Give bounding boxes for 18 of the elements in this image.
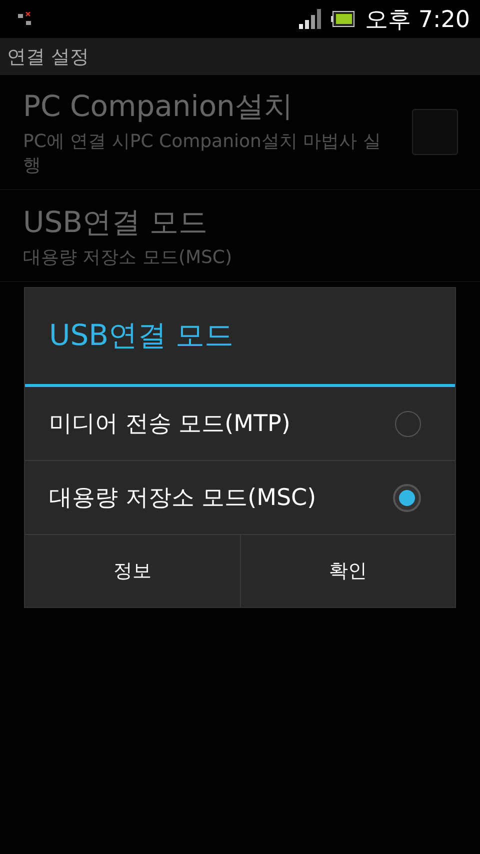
settings-item[interactable]: USB연결 모드 대용량 저장소 모드(MSC) (0, 190, 480, 282)
option-row[interactable]: 미디어 전송 모드(MTP) (25, 387, 455, 461)
setting-summary: PC에 연결 시PC Companion설치 마법사 실행 (23, 130, 382, 177)
settings-item[interactable]: PC Companion설치 PC에 연결 시PC Companion설치 마법사 실행 (0, 75, 480, 190)
option-label: 대용량 저장소 모드(MSC) (49, 484, 316, 513)
screen-title: 연결 설정 (7, 44, 90, 70)
dialog-title: USB연결 모드 (49, 317, 234, 354)
option-label: 미디어 전송 모드(MTP) (49, 410, 290, 439)
battery-icon (331, 11, 356, 27)
setting-title: USB연결 모드 (23, 204, 209, 240)
clock-text: 오후 7:20 (365, 6, 470, 34)
setting-summary: 대용량 저장소 모드(MSC) (23, 246, 234, 268)
radio-button[interactable] (393, 484, 421, 512)
checkbox[interactable] (412, 109, 458, 155)
setting-title: PC Companion설치 (23, 88, 294, 125)
usb-debug-icon (18, 12, 32, 26)
radio-button[interactable] (395, 410, 421, 436)
signal-icon (299, 9, 322, 29)
